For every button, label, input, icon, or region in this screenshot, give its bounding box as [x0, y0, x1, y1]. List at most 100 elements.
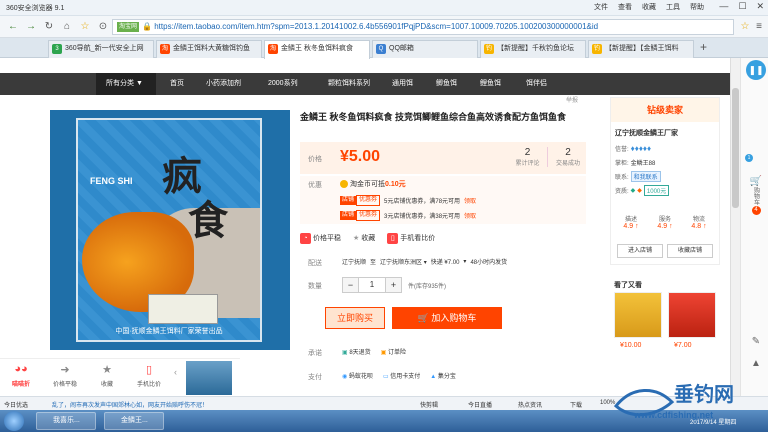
floatbar-thumbnail[interactable]: [186, 361, 232, 395]
taskbar-item-1[interactable]: 我喜乐...: [36, 412, 96, 430]
bookmark-icon[interactable]: ☆: [738, 20, 752, 34]
tab-taobao-1[interactable]: 淘金鳞王饵料大黄糖饵钓鱼: [156, 40, 262, 58]
history-icon[interactable]: ⊙: [96, 20, 110, 34]
tab-360-nav[interactable]: 3 360导航_新一代安全上网: [48, 40, 154, 58]
reputation-row: 信誉: ♦♦♦♦♦: [615, 144, 652, 153]
forum-icon: 钓: [592, 44, 602, 54]
jifenbao-icon: ▲: [430, 374, 437, 380]
claim-coupon-2[interactable]: 领取: [464, 211, 476, 220]
tab-taobao-active[interactable]: 淘金鳞王 秋冬鱼饵料疯食: [264, 40, 370, 59]
price-helper-bar: ◕◕ 喵喵折 ➜ 价格平稳 ★ 收藏 ▯ 手机比价 ‹: [0, 358, 240, 396]
ship-row: 辽宁抚顺至 辽宁抚顺东洲区 ▾ 快递 ¥7.00 ▾ 48小时内发货: [342, 257, 508, 266]
all-categories-dropdown[interactable]: 所有分类 ▼: [96, 73, 156, 95]
menu-view[interactable]: 查看: [618, 2, 632, 12]
right-sidebar: ❚❚ 1 🛒 购物车 4 ✎ ▲: [740, 58, 768, 396]
close-icon[interactable]: ✕: [756, 1, 764, 12]
refresh-icon[interactable]: ↻: [42, 20, 56, 34]
minimize-icon[interactable]: —: [719, 1, 728, 12]
arrow-right-icon: ➜: [60, 364, 70, 376]
qualification-row: 资质: ◆ ◆ 1000元: [615, 185, 670, 196]
scroll-top-icon[interactable]: ▲: [745, 358, 767, 369]
menu-file[interactable]: 文件: [594, 2, 608, 12]
pause-icon[interactable]: ❚❚: [746, 60, 766, 80]
pencil-icon[interactable]: ✎: [745, 336, 767, 347]
claim-coupon-1[interactable]: 领取: [464, 196, 476, 205]
home-icon[interactable]: ⌂: [60, 20, 74, 34]
also-viewed-title: 看了又看: [614, 282, 642, 289]
status-live[interactable]: 今日直播: [468, 400, 492, 409]
maximize-icon[interactable]: ☐: [738, 1, 746, 12]
new-tab-icon[interactable]: +: [700, 40, 707, 54]
qty-increase-button[interactable]: +: [385, 278, 401, 292]
status-news[interactable]: 乱了，闹市再次发声中国郊林心如，网友开始赔呼伤不冠！: [52, 400, 208, 409]
report-link[interactable]: 举报: [566, 95, 578, 104]
menu-favorites[interactable]: 收藏: [642, 2, 656, 12]
phone-icon: ▯: [387, 232, 399, 244]
promise-row: ▣ 8天退货 ▣ 订单险: [342, 347, 406, 356]
nav-pellet-series[interactable]: 颗粒饵料系列: [328, 73, 370, 95]
contact-seller-button[interactable]: 和我联系: [630, 171, 661, 182]
credit-card-pay: ▭ 信用卡支付: [382, 374, 421, 380]
floatbar-price-watch[interactable]: ➜ 价格平稳: [46, 363, 84, 388]
nav-additives[interactable]: 小药添加剂: [206, 73, 241, 95]
sidebar-cart[interactable]: 🛒 购物车 4: [745, 176, 767, 216]
status-quick-edit[interactable]: 快剪辑: [420, 400, 438, 409]
also-viewed-product-1[interactable]: [614, 292, 662, 338]
tab-forum-2[interactable]: 钓【新提醒】【金鳞王饵料: [588, 40, 694, 58]
watermark-text: 垂钓网: [674, 382, 734, 406]
product-image[interactable]: 疯 食 FENG SHI 中国·抚顺金鳞王饵料厂家荣誉出品: [50, 110, 290, 350]
menu-help[interactable]: 帮助: [690, 2, 704, 12]
price-watch-button[interactable]: ◔ 价格平稳: [300, 232, 341, 244]
chevron-down-icon: ▾: [463, 259, 467, 265]
page-scrollbar[interactable]: [730, 58, 740, 396]
forward-icon[interactable]: →: [24, 20, 38, 34]
tab-qq-mail[interactable]: Q QQ邮箱: [372, 40, 478, 58]
status-hot-news[interactable]: 热点资讯: [518, 400, 542, 409]
also-viewed-product-2[interactable]: [668, 292, 716, 338]
start-button[interactable]: [4, 411, 24, 431]
nav-general-bait[interactable]: 通用饵: [392, 73, 413, 95]
contact-row: 联系: 和我联系: [615, 171, 661, 182]
watermark-url: www.cdfishing.net: [634, 410, 714, 420]
back-icon[interactable]: ←: [6, 20, 20, 34]
enter-shop-button[interactable]: 进入店铺: [617, 244, 663, 258]
shop-name[interactable]: 辽宁抚顺金鳞王厂家: [615, 128, 678, 138]
nav-crucian-bait[interactable]: 鲫鱼饵: [436, 73, 457, 95]
buy-now-button[interactable]: 立即购买: [325, 307, 385, 329]
chevron-left-icon[interactable]: ‹: [174, 367, 177, 377]
cart-icon: 🛒: [417, 313, 429, 323]
extensions-icon[interactable]: ≡: [752, 20, 766, 34]
review-stat[interactable]: 2 累计评论: [508, 147, 548, 167]
taskbar-item-2[interactable]: 金鳞王...: [104, 412, 164, 430]
nav-home[interactable]: 首页: [170, 73, 184, 95]
favorite-star-icon[interactable]: ☆: [78, 20, 92, 34]
qty-label: 数量: [308, 283, 322, 290]
price-label: 价格: [308, 156, 322, 163]
url-input[interactable]: 淘宝网 🔒 https://item.taobao.com/item.htm?sp…: [112, 19, 734, 35]
miaomiaozhe-logo[interactable]: ◕◕ 喵喵折: [2, 363, 40, 388]
menu-tools[interactable]: 工具: [666, 2, 680, 12]
license-icon: ◆: [637, 188, 642, 194]
credit-card-icon: ▭: [382, 374, 389, 380]
qty-decrease-button[interactable]: −: [343, 278, 359, 292]
favorite-shop-button[interactable]: 收藏店铺: [667, 244, 713, 258]
package-footer: 中国·抚顺金鳞王饵料厂家荣誉出品: [115, 328, 223, 335]
status-download[interactable]: 下载: [570, 400, 582, 409]
floatbar-favorite[interactable]: ★ 收藏: [88, 363, 126, 388]
nav-2000-series[interactable]: 2000系列: [268, 73, 298, 95]
nav-carp-bait[interactable]: 鲤鱼饵: [480, 73, 501, 95]
ship-destination-select[interactable]: 辽宁抚顺东洲区 ▾: [380, 257, 427, 266]
order-insurance: ▣ 订单险: [380, 350, 407, 356]
favorite-button[interactable]: ★ 收藏: [353, 233, 375, 243]
tab-forum-1[interactable]: 钓【新提醒】千秋钓鱼论坛: [480, 40, 586, 58]
floatbar-compare[interactable]: ▯ 手机比价: [130, 363, 168, 388]
compare-button[interactable]: ▯ 手机看比价: [387, 232, 435, 244]
address-bar: ← → ↻ ⌂ ☆ ⊙ 淘宝网 🔒 https://item.taobao.com…: [0, 16, 768, 38]
return-promise: ▣ 8天退货: [342, 350, 371, 356]
qty-input[interactable]: 1: [359, 278, 385, 292]
window-controls: — ☐ ✕: [719, 1, 764, 12]
stock-text: 件(库存935件): [408, 284, 447, 290]
add-to-cart-button[interactable]: 🛒 加入购物车: [392, 307, 502, 329]
status-recommend[interactable]: 今日优选: [4, 400, 28, 409]
nav-bait-partner[interactable]: 饵伴侣: [526, 73, 547, 95]
